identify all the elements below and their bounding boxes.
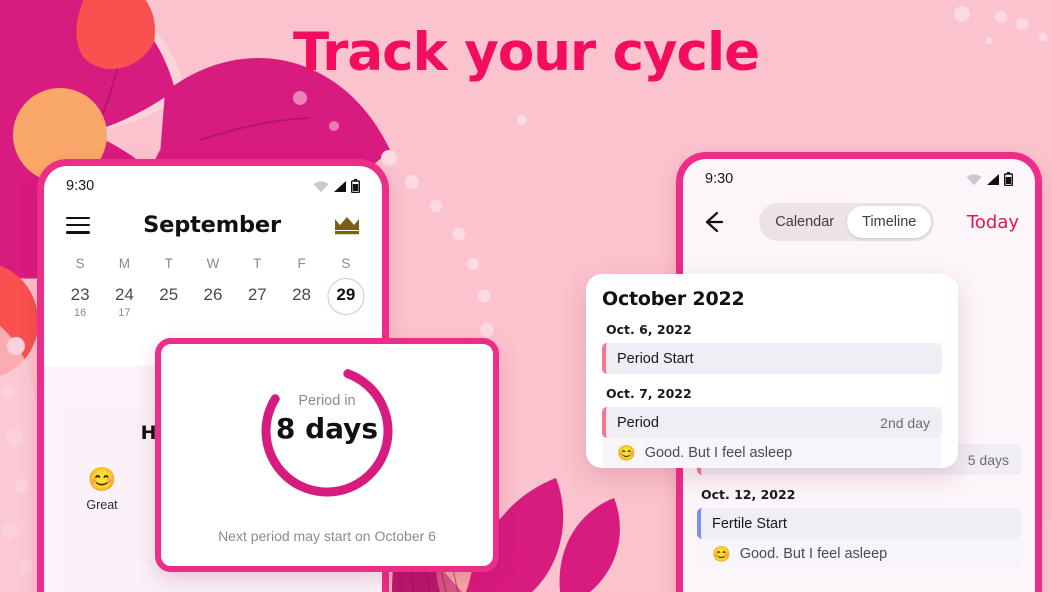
mood-label: Great bbox=[86, 498, 118, 512]
arrow-left-icon[interactable] bbox=[701, 209, 727, 235]
calendar-day[interactable]: 24 17 bbox=[102, 285, 146, 320]
period-countdown-value: 8 days bbox=[275, 412, 379, 445]
weekday-label: S bbox=[75, 256, 85, 271]
signal-icon bbox=[334, 180, 346, 192]
day-number: 26 bbox=[203, 285, 223, 304]
left-app-bar: September bbox=[44, 206, 382, 248]
timeline-date: Oct. 6, 2022 bbox=[606, 322, 692, 337]
event-name: Fertile Start bbox=[712, 515, 787, 532]
day-number: 25 bbox=[159, 285, 179, 304]
view-mode-segmented-control: Calendar Timeline bbox=[759, 203, 935, 241]
signal-icon bbox=[987, 173, 999, 185]
right-app-bar: Calendar Timeline Today bbox=[683, 199, 1035, 253]
weekday-label: F bbox=[297, 256, 306, 271]
october-timeline-card: October 2022 Oct. 6, 2022 Period Start O… bbox=[586, 274, 958, 468]
period-countdown-label: Period in bbox=[298, 393, 356, 409]
timeline-event[interactable]: Fertile Start bbox=[697, 508, 1021, 539]
decorative-dots-left bbox=[1, 337, 32, 572]
tab-timeline[interactable]: Timeline bbox=[846, 206, 932, 238]
calendar-date-row: 23 16 24 17 25 26 27 28 29 bbox=[44, 285, 382, 320]
weekday-label: M bbox=[118, 256, 131, 271]
period-countdown-card: Period in 8 days Next period may start o… bbox=[155, 338, 499, 572]
timeline-group: Oct. 7, 2022 Period 2nd day 😊 Good. But … bbox=[602, 386, 942, 468]
event-meta: 5 days bbox=[967, 451, 1009, 468]
smiling-face-icon: 😊 bbox=[712, 546, 731, 563]
day-cycle-number: 17 bbox=[118, 307, 131, 319]
battery-icon bbox=[1004, 172, 1013, 186]
mood-option-great[interactable]: 😊 Great bbox=[76, 466, 128, 512]
status-time: 9:30 bbox=[705, 171, 734, 187]
month-title: September bbox=[143, 212, 281, 238]
right-status-bar: 9:30 bbox=[683, 159, 1035, 199]
timeline-group: Oct. 12, 2022 Fertile Start 😊 Good. But … bbox=[697, 487, 1021, 569]
calendar-day[interactable]: 27 bbox=[235, 285, 279, 320]
timeline-event[interactable]: Period 2nd day bbox=[602, 407, 942, 438]
day-number: 24 bbox=[114, 285, 134, 304]
timeline-note[interactable]: 😊 Good. But I feel asleep bbox=[602, 438, 942, 468]
coral-petal-left bbox=[0, 265, 39, 376]
calendar-day[interactable]: 28 bbox=[279, 285, 323, 320]
tab-calendar[interactable]: Calendar bbox=[762, 206, 847, 238]
timeline-date: Oct. 7, 2022 bbox=[606, 386, 692, 401]
crown-icon[interactable] bbox=[334, 216, 360, 235]
weekday-label: W bbox=[206, 256, 220, 271]
period-countdown-text: Period in 8 days bbox=[161, 392, 493, 446]
october-card-title: October 2022 bbox=[602, 288, 745, 310]
event-name: Period bbox=[617, 414, 659, 431]
poster-stage: Track your cycle 9:30 September S M T W … bbox=[0, 0, 1052, 592]
calendar-day-today[interactable]: 29 bbox=[324, 285, 368, 320]
weekday-label: T bbox=[253, 256, 262, 271]
timeline-note[interactable]: 😊 Good. But I feel asleep bbox=[697, 539, 1021, 569]
calendar-day[interactable]: 23 16 bbox=[58, 285, 102, 320]
day-number: 27 bbox=[247, 285, 267, 304]
day-number: 29 bbox=[336, 285, 356, 304]
day-number: 28 bbox=[292, 285, 312, 304]
hamburger-icon[interactable] bbox=[66, 216, 90, 234]
status-time: 9:30 bbox=[66, 178, 95, 194]
timeline-event[interactable]: Period Start bbox=[602, 343, 942, 374]
event-name: Period Start bbox=[617, 350, 694, 367]
smiling-face-icon: 😊 bbox=[617, 445, 636, 462]
weekday-label: T bbox=[164, 256, 173, 271]
page-title: Track your cycle bbox=[292, 22, 760, 83]
wifi-icon bbox=[313, 180, 329, 192]
battery-icon bbox=[351, 179, 360, 193]
note-text: Good. But I feel asleep bbox=[739, 546, 888, 562]
day-number: 23 bbox=[70, 285, 90, 304]
left-status-bar: 9:30 bbox=[44, 166, 382, 206]
next-period-note: Next period may start on October 6 bbox=[218, 528, 436, 544]
calendar-day[interactable]: 25 bbox=[147, 285, 191, 320]
event-meta: 2nd day bbox=[880, 414, 930, 431]
day-cycle-number: 16 bbox=[74, 307, 87, 319]
smiling-face-icon: 😊 bbox=[87, 466, 117, 492]
calendar-day[interactable]: 26 bbox=[191, 285, 235, 320]
wifi-icon bbox=[966, 173, 982, 185]
today-button[interactable]: Today bbox=[967, 212, 1019, 233]
calendar-weekday-row: S M T W T F S bbox=[44, 256, 382, 271]
weekday-label: S bbox=[341, 256, 351, 271]
note-text: Good. But I feel asleep bbox=[644, 445, 793, 461]
timeline-group: Oct. 6, 2022 Period Start bbox=[602, 322, 942, 374]
timeline-date: Oct. 12, 2022 bbox=[701, 487, 796, 502]
